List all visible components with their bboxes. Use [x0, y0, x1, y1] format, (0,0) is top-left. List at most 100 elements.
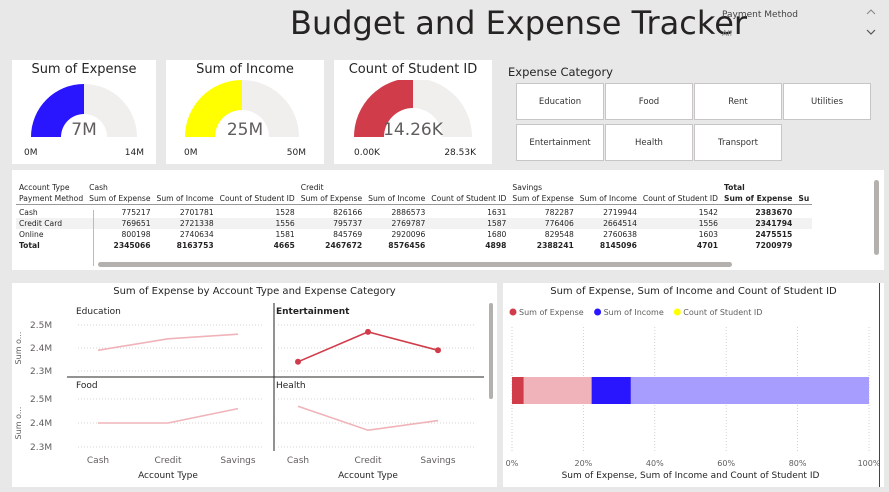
- series-line-health: [297, 405, 439, 432]
- category-button-food[interactable]: Food: [605, 83, 693, 120]
- x-tick-label: 0%: [506, 459, 519, 468]
- bar-segment: [512, 377, 524, 404]
- cell: 795737: [297, 218, 366, 229]
- cell: 2719944: [603, 208, 637, 217]
- legend-marker: [594, 308, 602, 316]
- chevron-down-icon[interactable]: [866, 28, 876, 36]
- legend-marker: [509, 308, 517, 316]
- data-point: [435, 347, 441, 354]
- y-tick-label: 2.4M: [30, 419, 52, 429]
- gauge-min: 0M: [24, 148, 38, 158]
- category-button-education[interactable]: Education: [516, 83, 604, 120]
- category-button-utilities[interactable]: Utilities: [783, 83, 871, 120]
- y-tick-label: 2.3M: [30, 443, 52, 453]
- slicer-label: Payment Method: [722, 10, 799, 20]
- table-row[interactable]: Credit Card 769651 2721338 1556 795737 2…: [16, 218, 813, 229]
- col-header: Sum of Income: [579, 193, 637, 203]
- x-tick-label: 60%: [717, 459, 735, 468]
- line-chart: Education 2.5M 2.4M 2.3M Sum o... Entertainme…: [14, 303, 484, 481]
- gauge-value: 14.26K: [383, 120, 443, 140]
- x-tick-label: Savings: [420, 456, 455, 466]
- cell: 1631: [487, 208, 507, 217]
- gauge-card-income[interactable]: Sum of Income 25M 0M 50M: [166, 60, 324, 164]
- cell: 800198: [121, 230, 151, 239]
- panel-label: Food: [76, 381, 98, 391]
- cell: 2345066: [113, 241, 151, 250]
- legend-marker: [673, 308, 681, 316]
- data-point: [365, 328, 371, 335]
- chevron-up-icon[interactable]: [866, 8, 876, 16]
- cell: 782287: [544, 208, 574, 217]
- cell: 1680: [487, 230, 507, 239]
- table-row-total[interactable]: Total 2345066 8163753 4665 2467672 85764…: [16, 240, 812, 251]
- horizontal-scrollbar[interactable]: [98, 262, 732, 267]
- line-chart-card: Sum of Expense by Account Type and Expen…: [12, 283, 497, 487]
- y-axis-label: Sum o...: [14, 332, 23, 365]
- cell: 775217: [121, 208, 151, 217]
- row-label: Cash: [19, 208, 38, 217]
- y-tick-label: 2.3M: [30, 367, 52, 377]
- y-axis-label: Sum o...: [14, 407, 23, 440]
- cell: 4701: [696, 241, 719, 250]
- x-tick-label: Credit: [154, 456, 182, 466]
- category-button-rent[interactable]: Rent: [694, 83, 782, 120]
- gauge-card-count[interactable]: Count of Student ID 14.26K 0.00K 28.53K: [334, 60, 492, 164]
- x-tick-label: 100%: [858, 459, 881, 468]
- col-header: Sum of Expense: [300, 193, 363, 203]
- category-button-health[interactable]: Health: [605, 124, 693, 161]
- payment-method-slicer[interactable]: Payment Method All: [722, 8, 882, 42]
- gauge-title: Sum of Expense: [31, 62, 137, 77]
- cell: 776406: [509, 218, 577, 229]
- row-header-1: Account Type: [19, 183, 70, 192]
- legend-item: Sum of Expense: [519, 308, 584, 317]
- cell: 2740634: [179, 230, 214, 239]
- category-button-transport[interactable]: Transport: [694, 124, 782, 161]
- cell: 2769787: [365, 218, 429, 229]
- col-header: Sum of Income: [156, 193, 214, 203]
- page-title: Budget and Expense Tracker: [290, 4, 748, 42]
- vertical-scrollbar[interactable]: [489, 303, 493, 399]
- col-header: Sum of Income: [368, 193, 426, 203]
- cell: 1542: [698, 208, 719, 217]
- cell: 2760638: [603, 230, 637, 239]
- cell: 8163753: [176, 241, 214, 250]
- bar-segment: [591, 377, 631, 404]
- table-row[interactable]: Online 800198 2740634 1581 845769 292009…: [16, 229, 812, 240]
- cell: 8145096: [599, 241, 637, 250]
- cell: 1528: [275, 208, 295, 217]
- cell: 845769: [333, 230, 363, 239]
- gauge-title: Sum of Income: [196, 62, 294, 77]
- row-label: Online: [19, 230, 44, 239]
- gauge-title: Count of Student ID: [348, 62, 478, 77]
- slicer-value[interactable]: All: [722, 29, 732, 38]
- group-header: Savings: [512, 183, 543, 192]
- x-axis-label: Sum of Expense, Sum of Income and Count …: [562, 471, 820, 481]
- cell: 8576456: [388, 241, 426, 250]
- x-axis-label: Account Type: [138, 471, 198, 481]
- gauge-max: 28.53K: [444, 148, 476, 158]
- cell: 2920096: [391, 230, 426, 239]
- expense-category-slicer: Expense Category Education Food Rent Uti…: [506, 62, 886, 162]
- gauge-card-expense[interactable]: Sum of Expense 7M 0M 14M: [12, 60, 156, 164]
- y-tick-label: 2.5M: [30, 395, 52, 405]
- group-header: Cash: [89, 183, 108, 192]
- x-tick-label: Credit: [354, 456, 382, 466]
- gauge-value: 25M: [226, 120, 264, 140]
- data-point: [295, 358, 301, 365]
- cell: 4898: [485, 241, 507, 250]
- x-tick-label: Cash: [87, 456, 109, 466]
- row-divider: [93, 210, 94, 266]
- cell: 769651: [86, 218, 154, 229]
- col-header: Sum of Expense: [512, 193, 574, 203]
- x-tick-label: 80%: [789, 459, 807, 468]
- gauge-max: 50M: [286, 148, 306, 158]
- cell: 2467672: [325, 241, 363, 250]
- table-row[interactable]: Cash 775217 2701781 1528 826166 2886573 …: [16, 207, 812, 218]
- legend-item: Count of Student ID: [683, 308, 762, 317]
- bar-segment: [630, 377, 869, 404]
- panel-label: Education: [76, 307, 121, 317]
- category-button-entertainment[interactable]: Entertainment: [516, 124, 604, 161]
- vertical-scrollbar[interactable]: [874, 180, 879, 255]
- panel-label: Health: [276, 381, 306, 391]
- col-header-partial: Su: [798, 193, 810, 203]
